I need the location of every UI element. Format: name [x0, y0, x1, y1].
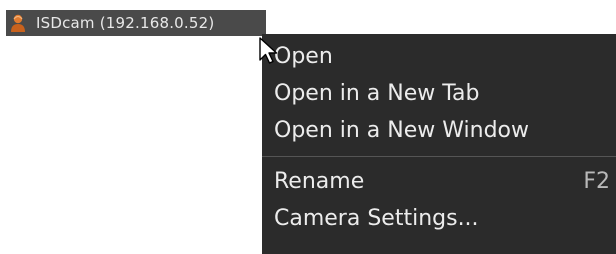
- tree-item-label: ISDcam (192.168.0.52): [36, 14, 215, 32]
- menu-item-open-new-window[interactable]: Open in a New Window: [262, 112, 616, 149]
- menu-item-shortcut: F2: [583, 169, 610, 194]
- menu-item-open-new-tab[interactable]: Open in a New Tab: [262, 75, 616, 112]
- menu-item-label: Rename: [274, 169, 365, 194]
- camera-person-icon: [10, 13, 26, 33]
- mouse-pointer-icon: [259, 37, 278, 64]
- menu-item-camera-settings[interactable]: Camera Settings...: [262, 200, 616, 237]
- menu-item-label: Open in a New Window: [274, 118, 529, 143]
- menu-item-open[interactable]: Open: [262, 38, 616, 75]
- menu-item-rename[interactable]: Rename F2: [262, 163, 616, 200]
- menu-item-label: Camera Settings...: [274, 206, 479, 231]
- menu-separator: [262, 156, 616, 157]
- tree-item-camera[interactable]: ISDcam (192.168.0.52): [6, 10, 266, 36]
- context-menu: Open Open in a New Tab Open in a New Win…: [262, 34, 616, 254]
- menu-item-label: Open: [274, 44, 333, 69]
- screen: ISDcam (192.168.0.52) Open Open in a New…: [0, 0, 616, 254]
- menu-item-label: Open in a New Tab: [274, 81, 480, 106]
